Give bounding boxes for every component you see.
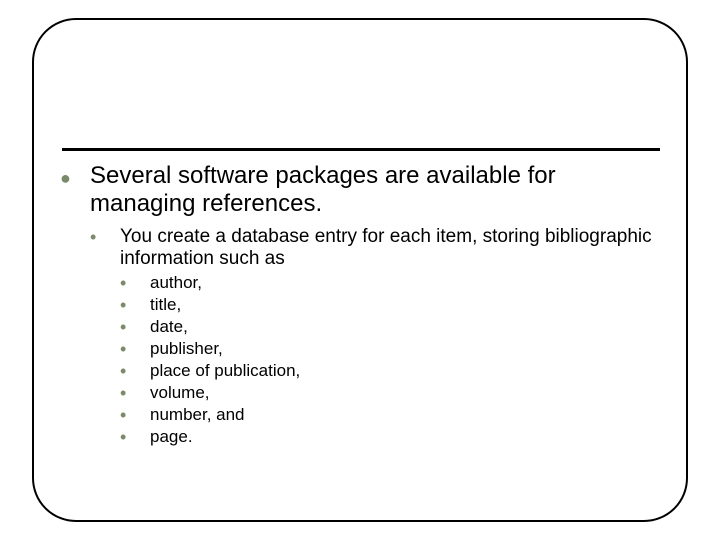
bullet-level-1: ● Several software packages are availabl… [60,162,660,218]
list-item: • page. [120,426,660,448]
bullet-icon: • [120,360,150,382]
list-item-text: number, and [150,404,245,426]
bullet-level-1-text: Several software packages are available … [90,162,660,218]
list-item-text: author, [150,272,202,294]
list-item-text: publisher, [150,338,223,360]
list-item: • author, [120,272,660,294]
list-item: • title, [120,294,660,316]
bullet-icon: • [90,226,120,248]
title-divider [62,148,660,151]
bullet-icon: • [120,272,150,294]
list-item-text: title, [150,294,181,316]
bullet-icon: • [120,316,150,338]
bullet-icon: • [120,294,150,316]
list-item: • date, [120,316,660,338]
bullet-icon: ● [60,162,90,192]
bullet-icon: • [120,426,150,448]
slide: ● Several software packages are availabl… [0,0,720,540]
bullet-icon: • [120,338,150,360]
bullet-icon: • [120,404,150,426]
list-item-text: date, [150,316,188,338]
list-item: • number, and [120,404,660,426]
list-item-text: volume, [150,382,210,404]
list-item: • publisher, [120,338,660,360]
list-item: • place of publication, [120,360,660,382]
list-item-text: place of publication, [150,360,300,382]
bullet-level-2: • You create a database entry for each i… [90,226,660,270]
bullet-level-2-text: You create a database entry for each ite… [120,226,660,270]
list-item-text: page. [150,426,193,448]
bullet-icon: • [120,382,150,404]
slide-content: ● Several software packages are availabl… [60,162,660,448]
list-item: • volume, [120,382,660,404]
bullet-level-3-list: • author, • title, • date, • publisher, … [120,272,660,448]
